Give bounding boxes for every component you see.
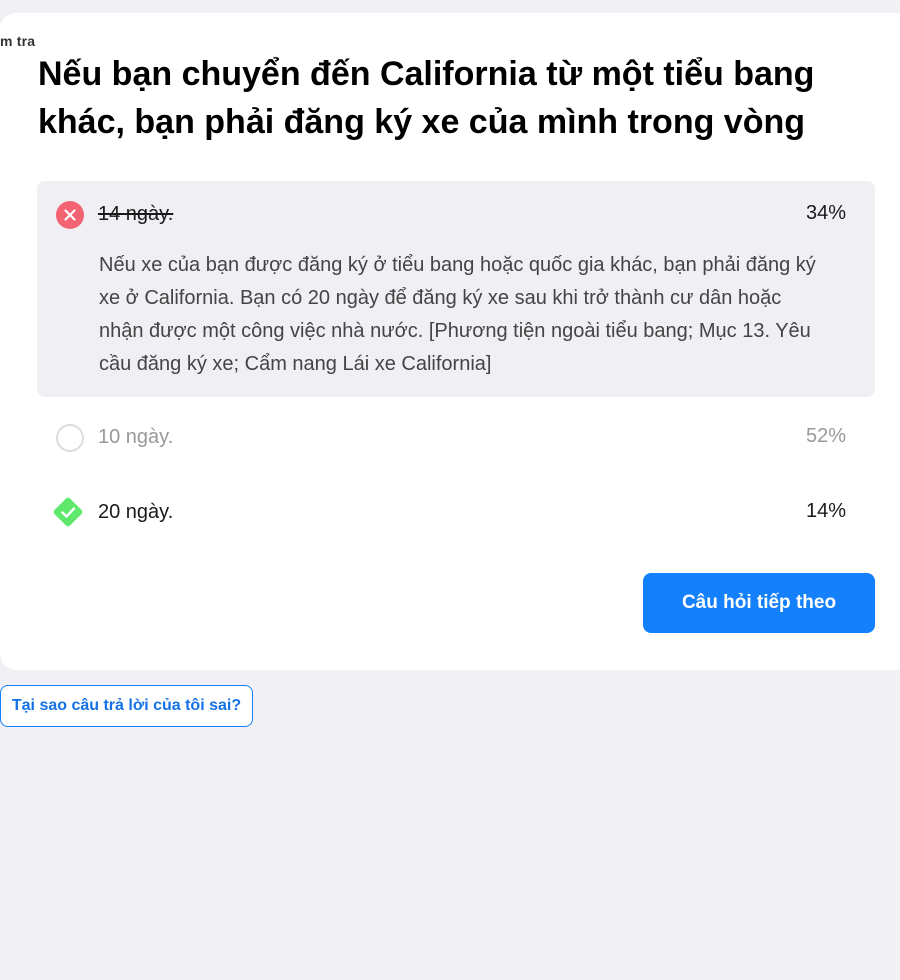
answer-option-neutral[interactable]: 10 ngày. 52% <box>37 413 875 463</box>
answer-option-correct[interactable]: 20 ngày. 14% <box>37 488 875 538</box>
empty-circle-icon <box>56 424 84 452</box>
answer-percent: 14% <box>805 500 846 522</box>
answer-label: 10 ngày. <box>98 426 174 448</box>
answer-label: 20 ngày. <box>98 501 174 523</box>
answer-percent: 52% <box>805 425 846 447</box>
answer-explanation: Nếu xe của bạn được đăng ký ở tiểu bang … <box>99 254 816 375</box>
answer-percent: 34% <box>805 202 846 224</box>
breadcrumb: m tra <box>0 33 36 49</box>
question-title: Nếu bạn chuyển đến California từ một tiể… <box>38 55 815 141</box>
answer-label: 14 ngày. <box>98 203 174 225</box>
why-wrong-button[interactable]: Tại sao câu trả lời của tôi sai? <box>0 685 253 727</box>
answer-option-wrong[interactable]: 14 ngày. 34% Nếu xe của bạn được đăng ký… <box>37 181 875 397</box>
x-circle-icon <box>56 201 84 229</box>
check-diamond-icon <box>50 494 86 535</box>
next-question-button[interactable]: Câu hỏi tiếp theo <box>643 573 875 633</box>
